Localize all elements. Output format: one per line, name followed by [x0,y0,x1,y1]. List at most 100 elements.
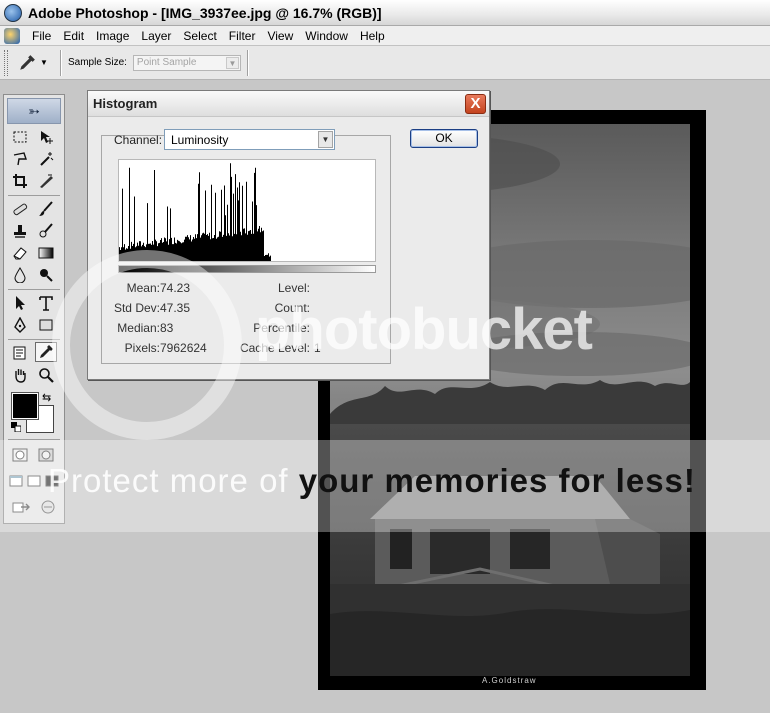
std-dev-label: Std Dev: [113,301,160,315]
history-brush-tool[interactable] [35,221,57,241]
median-value: 83 [160,321,174,335]
menu-bar: File Edit Image Layer Select Filter View… [0,26,770,46]
pen-icon [14,317,26,333]
dodge-icon [40,269,53,282]
dodge-tool[interactable] [35,265,57,285]
toolbox-divider [8,439,60,440]
hand-tool[interactable] [9,365,31,385]
type-tool[interactable] [35,293,57,313]
cache-level-value: 1 [314,341,321,355]
sample-size-value: Point Sample [136,57,197,68]
standard-mode-button[interactable] [9,445,31,465]
channel-select[interactable]: Luminosity ▼ [164,129,335,150]
quick-mask-icon [38,448,54,462]
chevron-down-icon: ▼ [318,131,333,148]
menu-help[interactable]: Help [354,29,391,43]
screen-mode-icon [27,475,40,487]
gradient-icon [38,247,54,259]
close-icon: X [470,95,481,112]
chevron-down-icon: ▼ [40,58,48,67]
standard-mode-icon [12,448,28,462]
rectangle-icon [39,319,53,331]
menu-layer[interactable]: Layer [135,29,177,43]
cache-level-label: Cache Level: [239,341,310,355]
path-selection-tool[interactable] [9,293,31,313]
blur-tool[interactable] [9,265,31,285]
toolbox-divider [8,289,60,290]
channel-value: Luminosity [171,133,229,147]
tool-preset-picker[interactable]: ▼ [18,51,54,75]
lasso-icon [13,152,27,166]
photoshop-app-icon [4,3,22,22]
lasso-tool[interactable] [9,149,31,169]
full-screen-menu-button[interactable] [25,471,42,491]
toolbox-header[interactable]: ➳ [7,98,61,124]
options-bar: ▼ Sample Size: Point Sample ▼ [0,46,770,80]
crop-icon [13,174,27,188]
drop-icon [14,267,26,283]
hand-icon [15,369,26,383]
marquee-icon [13,131,27,143]
watermark-tagline-prefix: Protect more of [48,462,299,499]
magic-wand-icon [40,152,54,166]
mean-value: 74.23 [160,281,191,295]
quick-mask-button[interactable] [35,445,57,465]
pixels-value: 7962624 [160,341,207,355]
window-title: Adobe Photoshop - [IMG_3937ee.jpg @ 16.7… [28,4,382,21]
menu-select[interactable]: Select [177,29,222,43]
options-separator [60,49,62,76]
histogram-titlebar[interactable]: Histogram [88,91,489,117]
options-bar-grip[interactable] [4,49,8,76]
stamp-icon [14,225,26,238]
notes-tool[interactable] [9,343,31,363]
menu-view[interactable]: View [261,29,299,43]
photoshop-menu-icon[interactable] [4,27,20,44]
mean-label: Mean: [126,281,160,295]
title-bar: Adobe Photoshop - [IMG_3937ee.jpg @ 16.7… [0,0,770,26]
healing-brush-tool[interactable] [9,199,31,219]
gradient-tool[interactable] [35,243,57,263]
magic-wand-tool[interactable] [35,149,57,169]
swap-colors-icon[interactable]: ⇆ [42,391,51,404]
crop-tool[interactable] [9,171,31,191]
luminosity-histogram [119,163,375,261]
eyedropper-icon [20,54,35,70]
feather-logo-icon: ➳ [28,102,40,119]
menu-file[interactable]: File [26,29,57,43]
menu-filter[interactable]: Filter [223,29,262,43]
pen-tool[interactable] [9,315,31,335]
rectangle-tool[interactable] [35,315,57,335]
histogram-graph[interactable] [118,159,376,262]
eraser-icon [13,247,27,260]
jump-to-imageready-button[interactable] [9,497,35,517]
menu-window[interactable]: Window [299,29,354,43]
eyedropper-tool[interactable] [35,342,57,362]
full-screen-button[interactable] [43,471,60,491]
default-colors-icon[interactable] [11,422,21,432]
eraser-tool[interactable] [9,243,31,263]
magnifier-icon [39,368,54,383]
clone-stamp-tool[interactable] [9,221,31,241]
standard-screen-button[interactable] [7,471,24,491]
marquee-tool[interactable] [9,127,31,147]
zoom-tool[interactable] [35,365,57,385]
toolbox-divider [8,195,60,196]
toolbox-divider [8,339,60,340]
brush-tool[interactable] [35,199,57,219]
close-button[interactable]: X [465,94,486,114]
move-tool[interactable] [35,127,57,147]
imageready-eye-button[interactable] [37,497,59,517]
tools-palette: ➳ ⇆ [3,94,65,524]
history-brush-icon [39,223,53,238]
menu-edit[interactable]: Edit [57,29,90,43]
eyedropper-icon [40,345,53,358]
slice-tool[interactable] [35,171,57,191]
count-label: Count: [274,301,310,315]
menu-image[interactable]: Image [90,29,135,43]
foreground-color-swatch[interactable] [11,392,39,420]
screen-mode-icon [45,475,58,487]
ok-label: OK [435,131,453,145]
sample-size-select[interactable]: Point Sample ▼ [132,54,241,71]
ok-button[interactable]: OK [410,129,478,148]
type-icon [39,296,53,311]
